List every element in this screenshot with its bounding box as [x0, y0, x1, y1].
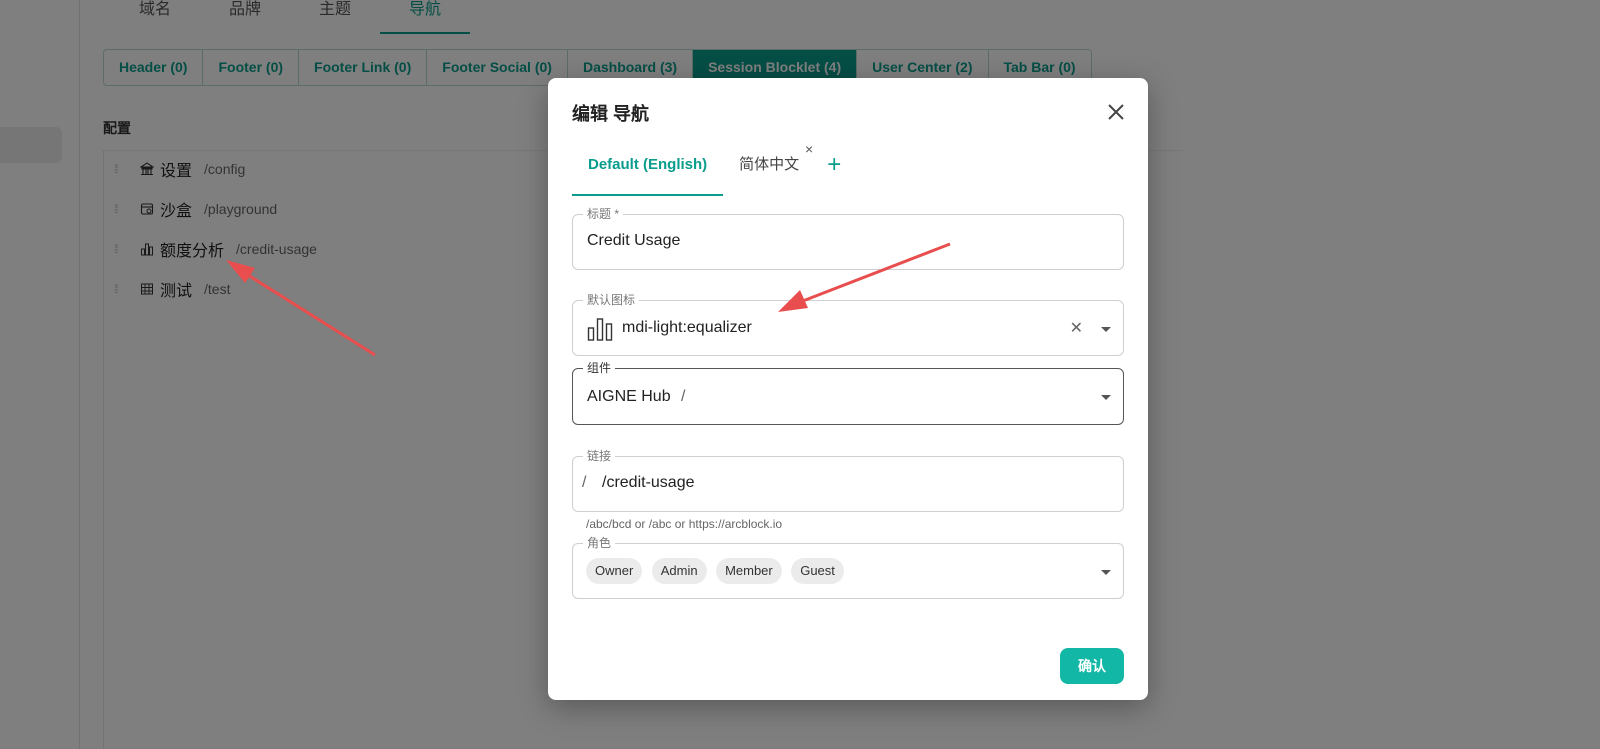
link-field[interactable]: 链接 / /credit-usage: [572, 449, 1124, 512]
chevron-down-icon[interactable]: [1101, 570, 1111, 575]
title-field-label: 标题 *: [583, 207, 624, 221]
tab-default-english[interactable]: Default (English): [572, 148, 724, 196]
chevron-down-icon[interactable]: [1101, 327, 1111, 332]
close-icon[interactable]: [1104, 100, 1128, 124]
title-input-value: Credit Usage: [587, 232, 681, 249]
dialog-title: 编辑 导航: [572, 104, 650, 124]
chevron-down-icon[interactable]: [1101, 395, 1111, 400]
link-input-value: /credit-usage: [602, 474, 695, 491]
default-icon-field[interactable]: 默认图标 mdi-light:equalizer ✕: [572, 293, 1124, 356]
component-value: AIGNE Hub /: [587, 388, 686, 406]
icon-input-value: mdi-light:equalizer: [622, 319, 752, 336]
add-language-button[interactable]: +: [815, 148, 853, 182]
tab-simplified-chinese[interactable]: 简体中文 ×: [723, 142, 815, 196]
title-field[interactable]: 标题 * Credit Usage: [572, 207, 1124, 270]
roles-chip-list: Owner Admin Member Guest: [586, 558, 849, 584]
edit-navigation-dialog: 编辑 导航 Default (English) 简体中文 × + 标题 * Cr…: [548, 78, 1148, 700]
component-name: AIGNE Hub: [587, 388, 671, 405]
component-path: /: [681, 388, 686, 405]
component-label: 组件: [583, 361, 616, 375]
equalizer-icon: [587, 316, 613, 347]
remove-language-icon[interactable]: ×: [805, 142, 813, 156]
clear-icon[interactable]: ✕: [1070, 318, 1083, 338]
confirm-button[interactable]: 确认: [1060, 648, 1124, 684]
role-chip-admin[interactable]: Admin: [651, 558, 707, 584]
link-prefix: /: [582, 474, 587, 491]
link-helper-text: /abc/bcd or /abc or https://arcblock.io: [586, 517, 783, 531]
link-label: 链接: [583, 449, 616, 463]
default-icon-label: 默认图标: [583, 293, 640, 307]
tab-label: 简体中文: [739, 156, 800, 173]
roles-select[interactable]: 角色 Owner Admin Member Guest: [572, 536, 1124, 599]
language-tabs: Default (English) 简体中文 × +: [572, 142, 853, 198]
role-chip-member[interactable]: Member: [716, 558, 782, 584]
role-chip-owner[interactable]: Owner: [586, 558, 643, 584]
role-chip-guest[interactable]: Guest: [791, 558, 844, 584]
roles-label: 角色: [583, 536, 616, 550]
component-select[interactable]: 组件 AIGNE Hub /: [572, 361, 1124, 425]
